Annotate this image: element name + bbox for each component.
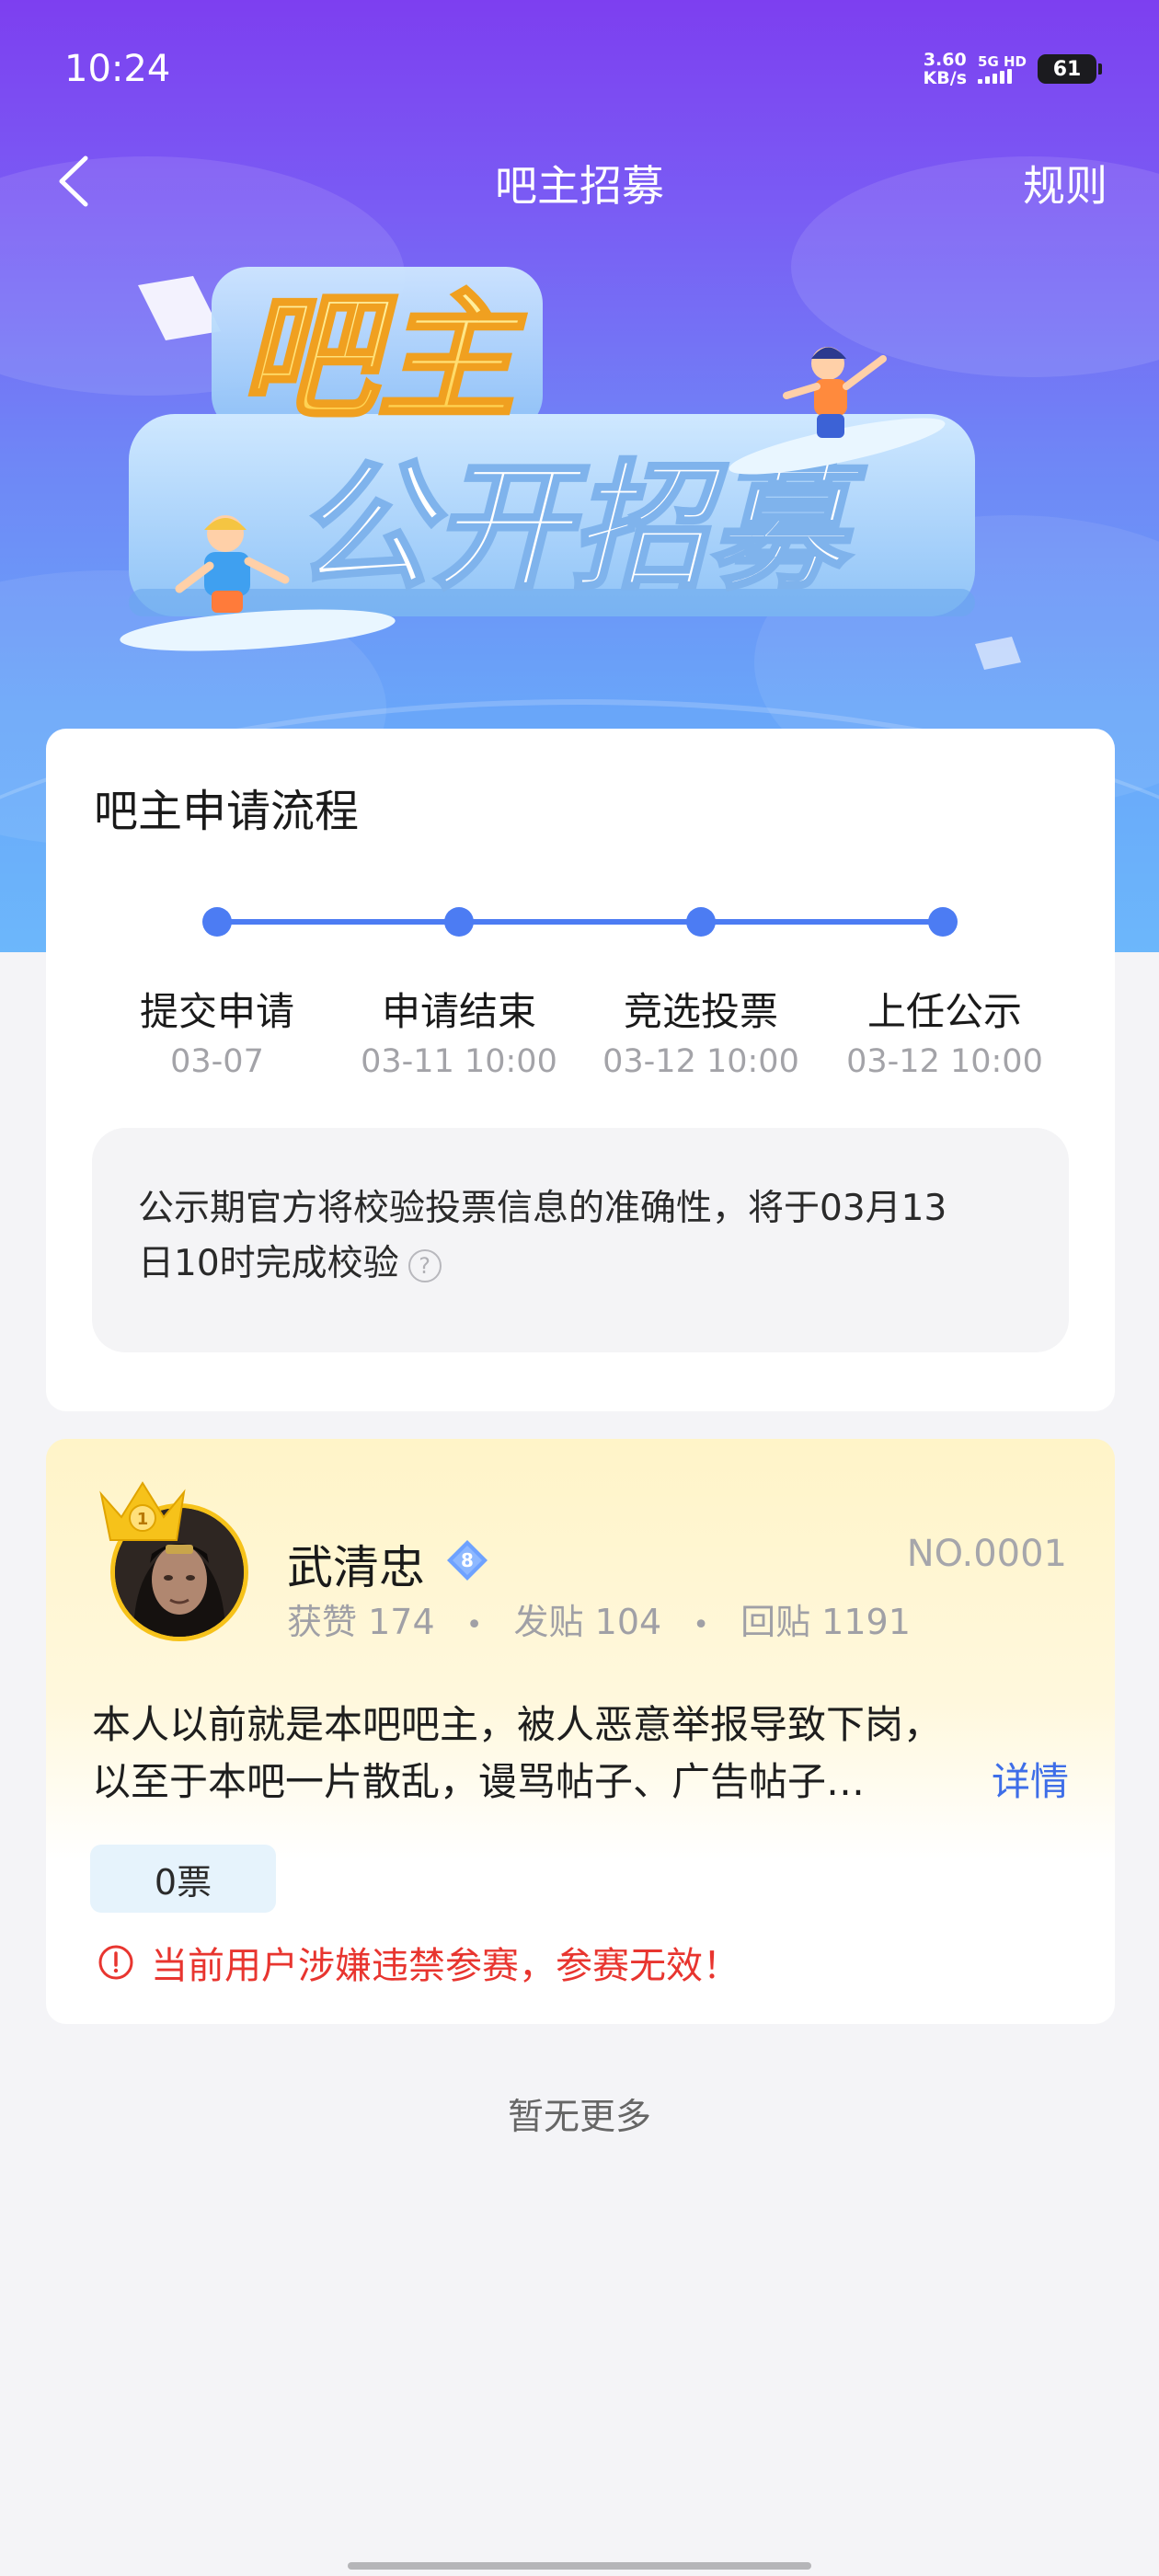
- recruitment-banner-illustration: 吧主 公开招募: [120, 267, 1021, 670]
- step-date: 03-12 10:00: [602, 1043, 799, 1080]
- stat-value: 104: [594, 1602, 662, 1642]
- stat-separator: •: [693, 1609, 709, 1641]
- process-timeline: [46, 903, 1115, 940]
- network-speed-value: 3.60: [923, 50, 967, 70]
- notice-text: 公示期官方将校验投票信息的准确性，将于03月13 日10时完成校验?: [138, 1181, 1025, 1292]
- banner-title-line1: 吧主: [239, 278, 526, 438]
- step-date: 03-11 10:00: [361, 1043, 557, 1080]
- timeline-line: [217, 919, 944, 925]
- warning-text: 当前用户涉嫌违禁参赛，参赛无效！: [151, 1945, 740, 1987]
- stat-label: 回贴: [740, 1602, 811, 1642]
- timeline-dot: [928, 907, 958, 937]
- signal-icon: 5G HD: [978, 54, 1027, 84]
- stat-label: 发贴: [513, 1602, 584, 1642]
- network-speed-unit: KB/s: [923, 68, 968, 88]
- intro-line-1: 本人以前就是本吧吧主，被人恶意举报导致下岗，: [92, 1702, 943, 1747]
- candidate-number: NO.0001: [906, 1533, 1067, 1575]
- step-label: 竞选投票: [623, 989, 778, 1034]
- notice-line-2: 日10时完成校验: [138, 1243, 399, 1284]
- home-indicator[interactable]: [348, 2562, 811, 2570]
- intro-line-2: 以至于本吧一片散乱，谩骂帖子、广告帖子…: [92, 1759, 866, 1804]
- network-speed: 3.60 KB/s: [924, 51, 967, 87]
- process-step: 竞选投票 03-12 10:00: [577, 986, 825, 1086]
- step-label: 申请结束: [381, 989, 536, 1034]
- candidate-card[interactable]: 1 武清忠 8 NO.0001 获赞 174 • 发贴 104 • 回贴 119…: [46, 1439, 1115, 2024]
- no-more-text: 暂无更多: [507, 2097, 651, 2138]
- rank-badge: 1: [137, 1510, 149, 1529]
- detail-link[interactable]: 详情: [992, 1754, 1069, 1811]
- rules-link[interactable]: 规则: [1023, 153, 1107, 213]
- stat-separator: •: [465, 1609, 483, 1641]
- process-step: 提交申请 03-07: [93, 986, 341, 1086]
- process-title: 吧主申请流程: [94, 786, 360, 837]
- violation-warning: 当前用户涉嫌违禁参赛，参赛无效！: [98, 1936, 740, 1989]
- back-button[interactable]: [51, 149, 106, 213]
- diamond-level-icon: 8: [447, 1540, 488, 1581]
- exclamation-circle-icon: [98, 1945, 133, 1980]
- timeline-dot: [202, 907, 232, 937]
- application-process-card: 吧主申请流程 提交申请 03-07 申请结束 03-11 10:00 竞选投票 …: [46, 729, 1115, 1411]
- status-icons: 3.60 KB/s 5G HD 61: [924, 48, 1102, 90]
- notice-line-1: 公示期官方将校验投票信息的准确性，将于03月13: [138, 1188, 947, 1229]
- step-label: 提交申请: [139, 989, 294, 1034]
- chevron-left-icon: [59, 155, 88, 207]
- verification-notice: 公示期官方将校验投票信息的准确性，将于03月13 日10时完成校验?: [92, 1128, 1069, 1352]
- stat-value: 174: [368, 1602, 435, 1642]
- intro-line-2-row: 以至于本吧一片散乱，谩骂帖子、广告帖子… 详情: [92, 1754, 1069, 1811]
- timeline-dot: [686, 907, 716, 937]
- step-date: 03-12 10:00: [846, 1043, 1043, 1080]
- step-label: 上任公示: [866, 989, 1022, 1034]
- candidate-stats: 获赞 174 • 发贴 104 • 回贴 1191: [287, 1593, 911, 1644]
- stat-value: 1191: [821, 1602, 911, 1642]
- process-step: 上任公示 03-12 10:00: [820, 986, 1069, 1086]
- battery-icon: 61: [1038, 54, 1102, 84]
- stat-label: 获赞: [287, 1602, 358, 1642]
- step-date: 03-07: [170, 1043, 264, 1080]
- process-step: 申请结束 03-11 10:00: [335, 986, 583, 1086]
- candidate-intro: 本人以前就是本吧吧主，被人恶意举报导致下岗， 以至于本吧一片散乱，谩骂帖子、广告…: [92, 1696, 1069, 1811]
- candidate-avatar-group[interactable]: 1: [92, 1466, 248, 1641]
- candidate-name[interactable]: 武清忠: [287, 1531, 425, 1597]
- crown-icon: 1: [99, 1481, 186, 1541]
- signal-label: 5G HD: [978, 53, 1027, 70]
- timeline-dot: [444, 907, 474, 937]
- page-title: 吧主招募: [495, 161, 664, 211]
- question-circle-icon[interactable]: ?: [407, 1249, 442, 1282]
- level-number: 8: [461, 1549, 474, 1571]
- vote-count-badge: 0票: [90, 1845, 276, 1913]
- status-time: 10:24: [64, 48, 171, 90]
